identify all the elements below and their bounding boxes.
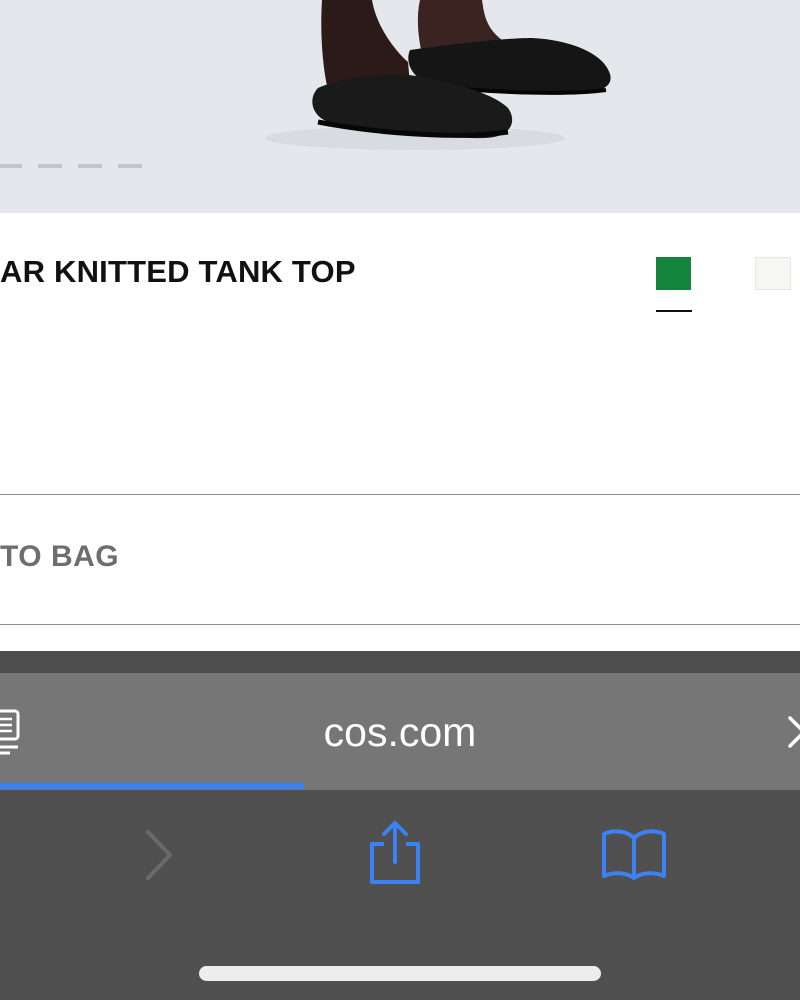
color-swatch-off-white[interactable] bbox=[755, 257, 791, 290]
product-photo bbox=[265, 0, 611, 150]
progress-fill bbox=[0, 783, 304, 789]
divider bbox=[0, 624, 800, 625]
bookmarks-book-icon[interactable] bbox=[600, 826, 668, 882]
add-to-bag-button[interactable]: TO BAG bbox=[0, 540, 119, 574]
pagination-dot[interactable] bbox=[118, 164, 142, 168]
pagination-dot[interactable] bbox=[38, 164, 62, 168]
pagination-dot[interactable] bbox=[78, 164, 102, 168]
home-indicator[interactable] bbox=[199, 966, 601, 981]
product-image[interactable] bbox=[0, 0, 800, 213]
reader-mode-icon[interactable] bbox=[0, 709, 22, 755]
pagination-dot[interactable] bbox=[0, 164, 22, 168]
product-title: AR KNITTED TANK TOP bbox=[0, 254, 356, 289]
browser-top-edge bbox=[0, 651, 800, 673]
divider bbox=[0, 494, 800, 495]
image-pagination bbox=[0, 164, 142, 168]
color-swatch-green[interactable] bbox=[656, 257, 691, 290]
close-icon[interactable] bbox=[788, 714, 800, 750]
forward-chevron-icon[interactable] bbox=[142, 828, 176, 882]
share-icon[interactable] bbox=[364, 820, 426, 886]
selected-swatch-underline bbox=[656, 310, 692, 312]
address-bar[interactable] bbox=[0, 673, 800, 790]
page-load-progress bbox=[0, 783, 800, 789]
